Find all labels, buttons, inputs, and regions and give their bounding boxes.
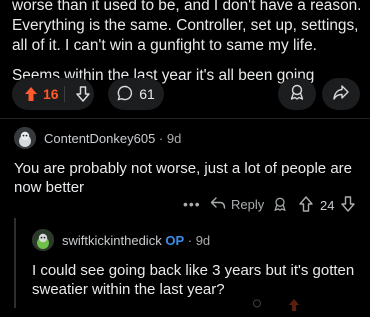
post-body-paragraph: worse than it used to be, and I don't ha… — [12, 0, 362, 54]
comment-author-line: swiftkickinthedick OP · 9d — [62, 233, 210, 248]
meta-separator: · — [155, 131, 167, 146]
comment-bubble-icon — [117, 85, 133, 104]
upvote-arrow-icon[interactable] — [299, 196, 313, 215]
award-icon[interactable] — [272, 196, 288, 215]
comment-action-bar — [250, 298, 300, 317]
vote-divider — [64, 86, 66, 102]
op-badge: OP — [165, 233, 185, 248]
comment-count: 61 — [139, 86, 155, 102]
post-action-bar: 16 61 — [12, 78, 360, 110]
comment-score: 24 — [320, 198, 335, 213]
comment-author-line: ContentDonkey605 · 9d — [44, 131, 181, 146]
avatar[interactable] — [32, 229, 54, 251]
downvote-arrow-icon[interactable] — [341, 196, 355, 215]
upvote-count: 16 — [42, 86, 59, 102]
more-options-button[interactable]: ••• — [183, 196, 201, 212]
award-icon — [288, 83, 306, 106]
avatar[interactable] — [14, 127, 36, 149]
comment-author[interactable]: ContentDonkey605 — [44, 131, 155, 146]
comment-author[interactable]: swiftkickinthedick — [62, 233, 162, 248]
share-icon — [332, 83, 350, 106]
reply-button[interactable]: Reply — [210, 196, 264, 213]
share-button[interactable] — [322, 78, 360, 110]
thread-line — [14, 218, 16, 308]
comments-button[interactable]: 61 — [108, 78, 164, 110]
reply-label: Reply — [231, 197, 265, 212]
comment-age: 9d — [195, 233, 211, 248]
award-button[interactable] — [278, 78, 316, 110]
reply-arrow-icon — [210, 196, 226, 213]
comment-action-bar: ••• Reply 24 — [0, 196, 370, 216]
meta-separator: · — [184, 233, 196, 248]
comment-text: I could see going back like 3 years but … — [32, 262, 355, 298]
comment-age: 9d — [166, 131, 182, 146]
upvote-arrow-icon[interactable] — [288, 298, 300, 317]
section-divider — [0, 118, 370, 119]
vote-control: 16 — [12, 78, 94, 110]
downvote-arrow-icon[interactable] — [71, 86, 94, 102]
upvote-arrow-icon[interactable] — [20, 86, 43, 102]
comment-text: You are probably not worse, just a lot o… — [14, 160, 352, 196]
award-icon[interactable] — [250, 298, 264, 317]
